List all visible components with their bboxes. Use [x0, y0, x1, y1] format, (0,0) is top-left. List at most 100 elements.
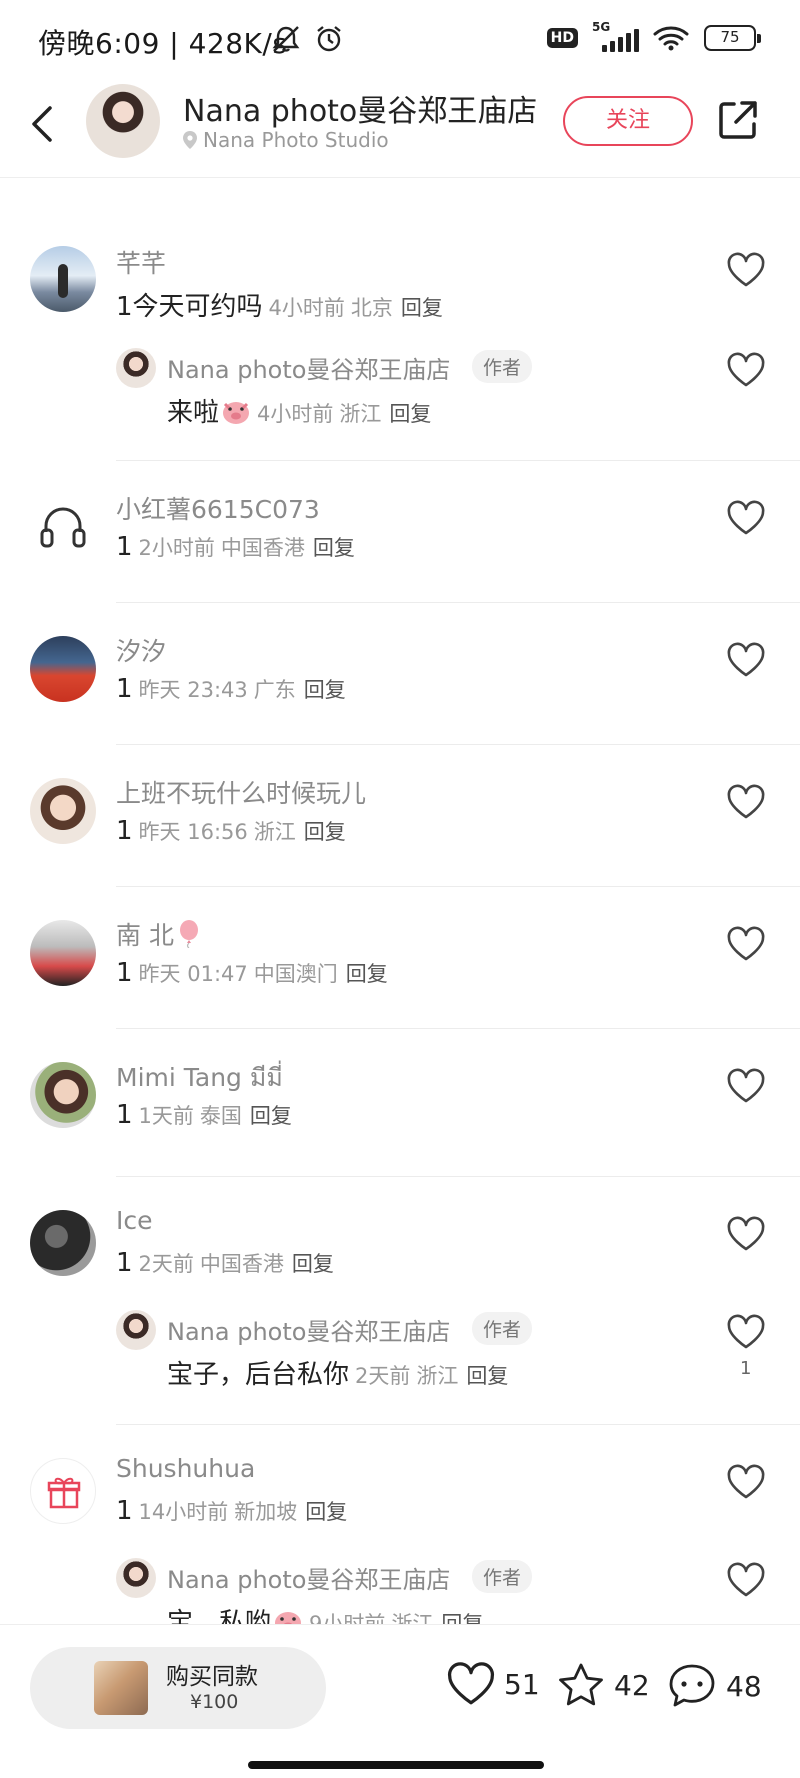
comment-text[interactable]: 1 昨天 16:56 浙江 回复	[116, 816, 346, 846]
like-stat[interactable]: 51	[446, 1661, 540, 1707]
comment-location: 新加坡	[234, 1500, 298, 1524]
comment-text[interactable]: 1今天可约吗 4小时前 北京 回复	[116, 286, 443, 323]
commenter-avatar[interactable]	[30, 778, 96, 844]
reply-link[interactable]: 回复	[292, 1252, 334, 1276]
commenter-name[interactable]: 芊芊	[116, 244, 166, 280]
reply-avatar[interactable]	[116, 1558, 156, 1598]
commenter-name[interactable]: 南 北	[116, 916, 200, 952]
like-heart-icon[interactable]	[726, 926, 766, 962]
pig-emoji-icon	[275, 1612, 302, 1624]
comment-text[interactable]: 1 14小时前 新加坡 回复	[116, 1496, 347, 1526]
heart-icon	[447, 1662, 495, 1705]
star-icon	[559, 1663, 603, 1706]
buy-same-button[interactable]: 购买同款 ¥100	[30, 1647, 326, 1729]
bottom-action-bar: 购买同款 ¥100 51 42 48	[0, 1624, 800, 1778]
commenter-name[interactable]: Shushuhua	[116, 1454, 255, 1483]
reply-time: 4小时前	[257, 402, 334, 426]
comment-location: 中国澳门	[253, 962, 338, 986]
pig-emoji-icon	[223, 402, 250, 424]
comment-time: 昨天 16:56	[138, 820, 248, 844]
headphones-icon	[40, 507, 86, 548]
status-bar: 傍晚6:09 | 428K/s HD 5G 75	[0, 0, 800, 84]
like-heart-icon[interactable]	[726, 784, 766, 820]
comment-text[interactable]: 1 昨天 01:47 中国澳门 回复	[116, 958, 388, 988]
comment-body: 1	[116, 1100, 133, 1130]
like-heart-icon[interactable]	[726, 1464, 766, 1500]
commenter-name[interactable]: 汐汐	[116, 632, 166, 668]
reply-avatar[interactable]	[116, 348, 156, 388]
comment-location: 浙江	[253, 820, 296, 844]
follow-button[interactable]: 关注	[563, 96, 693, 146]
reply-text[interactable]: 来啦 4小时前 浙江 回复	[167, 392, 431, 429]
reply-link[interactable]: 回复	[441, 1612, 483, 1624]
author-avatar[interactable]	[86, 84, 160, 158]
like-heart-icon[interactable]	[726, 252, 766, 288]
battery-indicator: 75	[704, 25, 761, 51]
reply-link[interactable]: 回复	[466, 1364, 508, 1388]
commenter-avatar[interactable]	[30, 1458, 96, 1524]
comment-divider	[116, 460, 800, 461]
comment-bubble-icon	[669, 1664, 715, 1707]
reply-location: 浙江	[339, 402, 382, 426]
like-heart-icon[interactable]	[726, 1562, 766, 1598]
collect-stat[interactable]: 42	[556, 1661, 650, 1709]
author-location: Nana Photo Studio	[183, 128, 389, 152]
comment-text[interactable]: 1 2天前 中国香港 回复	[116, 1248, 334, 1278]
like-heart-icon[interactable]	[726, 500, 766, 536]
like-heart-icon[interactable]	[726, 1068, 766, 1104]
reply-link[interactable]: 回复	[346, 962, 388, 986]
like-heart-icon[interactable]	[726, 352, 766, 388]
comment-body: 1今天可约吗	[116, 292, 263, 322]
reply-link[interactable]: 回复	[304, 678, 346, 702]
commenter-avatar[interactable]	[30, 494, 96, 560]
reply-link[interactable]: 回复	[389, 402, 431, 426]
reply-link[interactable]: 回复	[304, 820, 346, 844]
author-name[interactable]: Nana photo曼谷郑王庙店	[183, 86, 537, 130]
gift-icon	[47, 1477, 81, 1509]
commenter-name[interactable]: 小红薯6615C073	[116, 490, 320, 526]
wifi-icon	[653, 26, 689, 51]
author-tag: 作者	[472, 1312, 533, 1345]
reply-link[interactable]: 回复	[401, 296, 443, 320]
reply-author-name[interactable]: Nana photo曼谷郑王庙店	[167, 1312, 450, 1347]
reply-body: 宝，私哟	[167, 1608, 272, 1624]
status-time-speed: 傍晚6:09 | 428K/s	[38, 27, 288, 60]
share-icon[interactable]	[716, 98, 760, 142]
comment-location: 泰国	[199, 1104, 242, 1128]
reply-text[interactable]: 宝，私哟 9小时前 浙江 回复	[167, 1602, 483, 1624]
commenter-name[interactable]: Mimi Tang มีมี่	[116, 1058, 283, 1098]
alarm-icon	[317, 26, 341, 52]
commenter-avatar[interactable]	[30, 636, 96, 702]
like-heart-icon[interactable]	[726, 1314, 766, 1350]
comment-text[interactable]: 1 2小时前 中国香港 回复	[116, 532, 355, 562]
comment-list[interactable]: 芊芊 1今天可约吗 4小时前 北京 回复 Nana photo曼谷郑王庙店 作者 来啦…	[0, 178, 800, 1624]
reply-link[interactable]: 回复	[250, 1104, 292, 1128]
comment-stat[interactable]: 48	[666, 1661, 762, 1711]
note-header: Nana photo曼谷郑王庙店 Nana Photo Studio 关注	[0, 84, 800, 178]
reply-author-name[interactable]: Nana photo曼谷郑王庙店	[167, 1560, 450, 1595]
comment-location: 北京	[350, 296, 393, 320]
commenter-name[interactable]: 上班不玩什么时候玩儿	[116, 774, 366, 810]
comment-location: 广东	[253, 678, 296, 702]
like-heart-icon[interactable]	[726, 1216, 766, 1252]
reply-body: 来啦	[167, 398, 220, 428]
back-arrow-icon[interactable]	[22, 94, 62, 154]
commenter-avatar[interactable]	[30, 246, 96, 312]
comment-body: 1	[116, 532, 133, 562]
reply-link[interactable]: 回复	[313, 536, 355, 560]
reply-text[interactable]: 宝子，后台私你 2天前 浙江 回复	[167, 1354, 508, 1391]
reply-link[interactable]: 回复	[305, 1500, 347, 1524]
commenter-avatar[interactable]	[30, 920, 96, 986]
commenter-name[interactable]: Ice	[116, 1206, 153, 1235]
comment-text[interactable]: 1 1天前 泰国 回复	[116, 1100, 292, 1130]
reply-avatar[interactable]	[116, 1310, 156, 1350]
like-heart-icon[interactable]	[726, 642, 766, 678]
commenter-avatar[interactable]	[30, 1210, 96, 1276]
comment-time: 14小时前	[138, 1500, 229, 1524]
comment-text[interactable]: 1 昨天 23:43 广东 回复	[116, 674, 346, 704]
home-indicator[interactable]	[248, 1761, 544, 1769]
commenter-avatar[interactable]	[30, 1062, 96, 1128]
reply-author-name[interactable]: Nana photo曼谷郑王庙店	[167, 350, 450, 385]
comment-divider	[116, 886, 800, 887]
comment-divider	[116, 1424, 800, 1425]
